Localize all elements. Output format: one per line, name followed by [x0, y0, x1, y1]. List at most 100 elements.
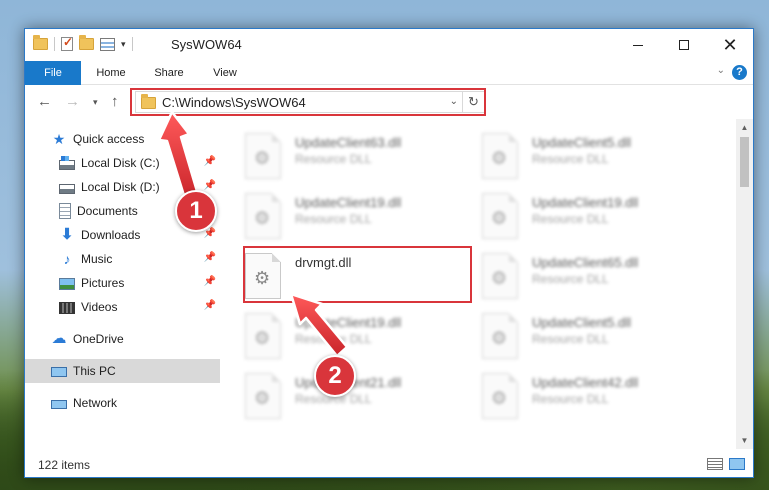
- file-item[interactable]: ⚙ UpdateClient42.dll Resource DLL: [482, 369, 712, 425]
- file-item[interactable]: ⚙ UpdateClient19.dll Resource DLL: [245, 189, 475, 245]
- file-type: Resource DLL: [532, 332, 609, 346]
- nav-item-label: Pictures: [81, 276, 125, 290]
- properties-icon[interactable]: [100, 37, 115, 51]
- file-item[interactable]: ⚙ UpdateClient21.dll Resource DLL: [245, 369, 475, 425]
- file-item[interactable]: ⚙ UpdateClient19.dll Resource DLL: [482, 189, 712, 245]
- scroll-up-icon[interactable]: ▲: [736, 119, 753, 136]
- gear-icon: ⚙: [491, 328, 508, 348]
- tab-home[interactable]: Home: [83, 61, 139, 85]
- expand-ribbon-chevron-icon[interactable]: ⌄: [717, 65, 725, 76]
- dll-file-icon: ⚙: [245, 373, 281, 419]
- item-count: 122 items: [38, 458, 91, 472]
- folder-icon: [33, 35, 48, 50]
- window-controls: ✕: [615, 29, 753, 61]
- file-item[interactable]: ⚙ UpdateClient5.dll Resource DLL: [482, 309, 712, 365]
- dll-file-icon: ⚙: [482, 193, 518, 239]
- tab-file[interactable]: File: [25, 61, 81, 85]
- gear-icon: ⚙: [491, 268, 508, 288]
- dll-file-icon: ⚙: [482, 133, 518, 179]
- scrollbar-thumb[interactable]: [740, 137, 749, 187]
- file-name: UpdateClient19.dll: [295, 315, 402, 330]
- recent-locations-chevron-icon[interactable]: ▾: [93, 97, 98, 108]
- gear-icon: ⚙: [254, 208, 271, 228]
- pin-icon: 📌: [203, 180, 216, 191]
- pin-icon: 📌: [203, 276, 216, 287]
- pin-icon: 📌: [203, 156, 216, 167]
- nav-item-pictures[interactable]: Pictures 📌: [25, 271, 220, 295]
- forward-arrow-icon[interactable]: →: [65, 93, 80, 110]
- file-type: Resource DLL: [532, 212, 609, 226]
- gear-icon: ⚙: [491, 148, 508, 168]
- nav-item-label: OneDrive: [73, 332, 124, 346]
- file-name: UpdateClient19.dll: [532, 195, 639, 210]
- pin-icon: 📌: [203, 300, 216, 311]
- minimize-button[interactable]: [615, 29, 661, 61]
- help-icon[interactable]: ?: [732, 65, 747, 80]
- maximize-button[interactable]: [661, 29, 707, 61]
- nav-item-local-disk-c[interactable]: Local Disk (C:) 📌: [25, 151, 220, 175]
- star-icon: ★: [52, 131, 66, 147]
- nav-item-label: Local Disk (C:): [81, 156, 160, 170]
- back-arrow-icon[interactable]: ←: [37, 93, 52, 110]
- network-icon: [51, 399, 67, 409]
- large-icons-view-icon[interactable]: [729, 458, 745, 470]
- window-title: SysWOW64: [171, 37, 242, 52]
- close-icon: ✕: [722, 34, 738, 55]
- gear-icon: ⚙: [254, 148, 271, 168]
- file-name: UpdateClient19.dll: [295, 195, 402, 210]
- tab-view[interactable]: View: [197, 61, 253, 85]
- videos-icon: [59, 302, 75, 314]
- callout-badge-2: 2: [314, 355, 356, 397]
- separator: [54, 37, 55, 51]
- gear-icon: ⚙: [491, 388, 508, 408]
- nav-item-label: This PC: [73, 364, 116, 378]
- file-item[interactable]: ⚙ UpdateClient19.dll Resource DLL: [245, 309, 475, 365]
- address-bar-highlight: [130, 88, 486, 116]
- file-highlight: [243, 246, 472, 303]
- gear-icon: ⚙: [254, 388, 271, 408]
- nav-item-videos[interactable]: Videos 📌: [25, 295, 220, 319]
- file-item[interactable]: ⚙ UpdateClient63.dll Resource DLL: [245, 129, 475, 185]
- dll-file-icon: ⚙: [245, 133, 281, 179]
- disk-icon: [59, 183, 75, 194]
- quick-access-toolbar: ▾: [33, 35, 133, 51]
- file-type: Resource DLL: [532, 152, 609, 166]
- file-item[interactable]: ⚙ UpdateClient5.dll Resource DLL: [482, 129, 712, 185]
- ribbon-tabs: File Home Share View ⌄ ?: [25, 61, 753, 85]
- pin-icon: 📌: [203, 252, 216, 263]
- nav-item-label: Documents: [77, 204, 138, 218]
- properties-check-icon[interactable]: [61, 35, 73, 51]
- tab-share[interactable]: Share: [141, 61, 197, 85]
- details-view-icon[interactable]: [707, 458, 723, 470]
- pictures-icon: [59, 278, 75, 290]
- nav-item-onedrive[interactable]: ☁ OneDrive: [25, 327, 220, 351]
- nav-item-this-pc[interactable]: This PC: [25, 359, 220, 383]
- nav-item-quick-access[interactable]: ★ Quick access: [25, 127, 220, 151]
- file-type: Resource DLL: [532, 272, 609, 286]
- dll-file-icon: ⚙: [482, 373, 518, 419]
- download-icon: ⬇: [60, 226, 74, 243]
- nav-item-label: Quick access: [73, 132, 145, 146]
- dll-file-icon: ⚙: [482, 313, 518, 359]
- up-arrow-icon[interactable]: ↑: [111, 93, 119, 110]
- file-name: UpdateClient5.dll: [532, 135, 632, 150]
- music-icon: ♪: [63, 251, 71, 267]
- dll-file-icon: ⚙: [245, 193, 281, 239]
- scroll-down-icon[interactable]: ▼: [736, 432, 753, 449]
- callout-badge-1: 1: [175, 190, 217, 232]
- disk-icon: [59, 155, 75, 170]
- vertical-scrollbar[interactable]: ▲ ▼: [736, 119, 753, 449]
- new-folder-icon[interactable]: [79, 35, 94, 50]
- maximize-icon: [679, 40, 689, 50]
- nav-item-label: Videos: [81, 300, 118, 314]
- nav-item-network[interactable]: Network: [25, 391, 220, 415]
- customize-toolbar-dropdown[interactable]: ▾: [121, 39, 126, 50]
- navigation-pane: ★ Quick access Local Disk (C:) 📌 Local D…: [25, 119, 220, 449]
- file-name: UpdateClient65.dll: [532, 255, 639, 270]
- gear-icon: ⚙: [491, 208, 508, 228]
- nav-item-label: Local Disk (D:): [81, 180, 160, 194]
- close-button[interactable]: ✕: [707, 29, 753, 61]
- file-item[interactable]: ⚙ UpdateClient65.dll Resource DLL: [482, 249, 712, 305]
- nav-item-music[interactable]: ♪ Music 📌: [25, 247, 220, 271]
- file-name: UpdateClient5.dll: [532, 315, 632, 330]
